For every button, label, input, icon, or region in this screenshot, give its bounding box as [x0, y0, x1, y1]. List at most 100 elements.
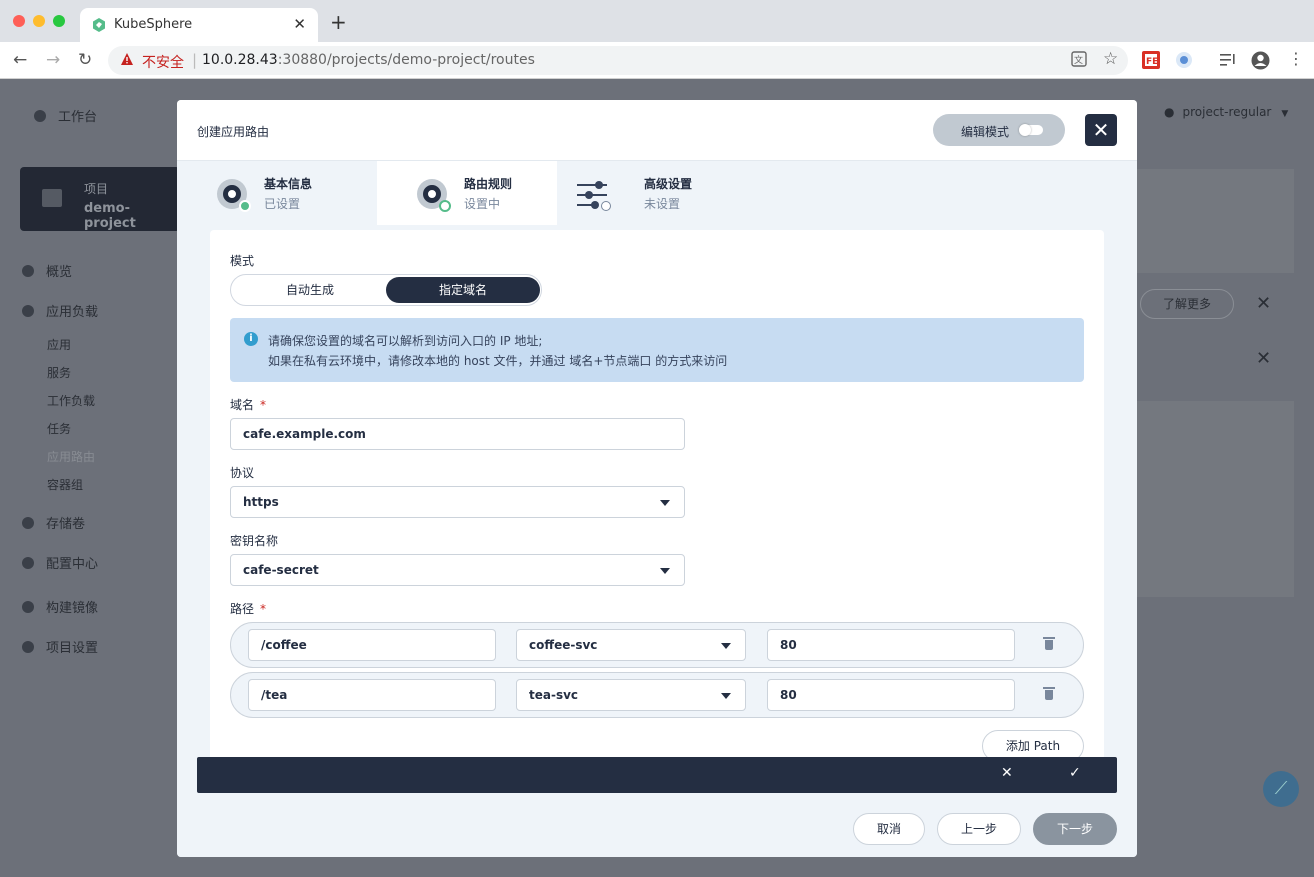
- minimize-window-button[interactable]: [33, 15, 45, 27]
- step-route-rules[interactable]: 路由规则 设置中: [377, 161, 557, 225]
- url-host: 10.0.28.43: [202, 52, 278, 68]
- mode-option-auto[interactable]: 自动生成: [233, 277, 387, 303]
- config-icon: [22, 557, 34, 569]
- cancel-button[interactable]: 取消: [853, 813, 925, 845]
- step-navigation: 基本信息 已设置 路由规则 设置中 高级设置 未设置: [177, 161, 1137, 225]
- address-bar: ← → ↻ 不安全 | 10.0.28.43:30880/projects/de…: [0, 42, 1314, 79]
- nav-sub-services[interactable]: 服务: [47, 364, 71, 381]
- omnibox[interactable]: 不安全 | 10.0.28.43:30880/projects/demo-pro…: [108, 46, 1128, 75]
- nav-storage[interactable]: 存储卷: [22, 513, 85, 532]
- protocol-select[interactable]: https: [230, 486, 685, 518]
- user-name: project-regular: [1182, 105, 1272, 119]
- svg-text:文: 文: [1074, 54, 1083, 66]
- service-select[interactable]: coffee-svc: [516, 629, 746, 661]
- caret-down-icon: [660, 500, 670, 506]
- confirm-rule-icon[interactable]: ✓: [1069, 765, 1081, 781]
- url-separator: |: [192, 51, 198, 69]
- overview-icon: [22, 265, 34, 277]
- protocol-value: https: [243, 495, 279, 509]
- nav-config[interactable]: 配置中心: [22, 553, 98, 572]
- nav-sub-apps[interactable]: 应用: [47, 336, 71, 353]
- gear-icon: [22, 641, 34, 653]
- nav-image-builder[interactable]: 构建镜像: [22, 597, 98, 616]
- url-text: 10.0.28.43:30880/projects/demo-project/r…: [202, 52, 535, 68]
- project-name: demo-project: [84, 201, 136, 231]
- domain-label: 域名 *: [230, 396, 266, 413]
- nav-project-settings[interactable]: 项目设置: [22, 637, 98, 656]
- mode-label: 模式: [230, 254, 255, 268]
- extension-red-icon[interactable]: FE: [1142, 51, 1160, 69]
- forward-icon[interactable]: →: [46, 50, 60, 70]
- nav-overview[interactable]: 概览: [22, 261, 72, 280]
- nav-app-workloads[interactable]: 应用负载: [22, 301, 98, 320]
- port-input[interactable]: 80: [767, 629, 1015, 661]
- step-current-icon: [417, 179, 451, 212]
- trash-icon[interactable]: [1043, 637, 1055, 651]
- nav-sub-pods[interactable]: 容器组: [47, 476, 83, 493]
- next-step-button[interactable]: 下一步: [1033, 813, 1117, 845]
- bookmark-star-icon[interactable]: ☆: [1103, 49, 1118, 69]
- info-tip: i 请确保您设置的域名可以解析到访问入口的 IP 地址; 如果在私有云环境中，请…: [230, 318, 1084, 382]
- route-rule-form: 模式 自动生成 指定域名 i 请确保您设置的域名可以解析到访问入口的 IP 地址…: [210, 230, 1104, 760]
- close-tip-icon[interactable]: ✕: [1256, 348, 1271, 369]
- edit-mode-toggle[interactable]: 编辑模式: [933, 114, 1065, 146]
- profile-icon[interactable]: [1251, 51, 1270, 70]
- sliders-icon: [577, 181, 611, 211]
- path-input[interactable]: /tea: [248, 679, 496, 711]
- step-done-icon: [217, 179, 251, 212]
- nav-sub-workloads[interactable]: 工作负载: [47, 392, 95, 409]
- protocol-label: 协议: [230, 466, 255, 480]
- url-path: :30880/projects/demo-project/routes: [277, 52, 535, 68]
- svg-text:FE: FE: [1146, 57, 1158, 67]
- edit-mode-label: 编辑模式: [961, 125, 1010, 139]
- storage-icon: [22, 517, 34, 529]
- menu-kebab-icon[interactable]: ⋮: [1288, 49, 1304, 68]
- add-path-button[interactable]: 添加 Path: [982, 730, 1084, 760]
- tab-close-icon[interactable]: ✕: [293, 15, 306, 33]
- warning-icon: [121, 53, 133, 65]
- learn-more-button[interactable]: 了解更多: [1140, 289, 1234, 319]
- domain-input[interactable]: cafe.example.com: [230, 418, 685, 450]
- reading-list-icon[interactable]: [1219, 51, 1237, 69]
- path-input[interactable]: /coffee: [248, 629, 496, 661]
- modal-header: 创建应用路由 编辑模式 ✕: [177, 100, 1137, 161]
- step-basic-info[interactable]: 基本信息 已设置: [177, 161, 357, 225]
- service-value: coffee-svc: [529, 638, 598, 652]
- user-menu[interactable]: ● project-regular ▼: [1164, 105, 1288, 119]
- toolbox-icon[interactable]: ⟋: [1263, 771, 1299, 807]
- cancel-rule-icon[interactable]: ✕: [1001, 765, 1013, 781]
- back-icon[interactable]: ←: [13, 50, 27, 70]
- new-tab-icon[interactable]: +: [330, 12, 347, 32]
- domain-label-text: 域名: [230, 398, 255, 412]
- path-label: 路径 *: [230, 600, 266, 617]
- previous-step-button[interactable]: 上一步: [937, 813, 1021, 845]
- step-status: 已设置: [264, 197, 301, 211]
- browser-tab-bar: KubeSphere ✕ +: [0, 0, 1314, 42]
- secret-select[interactable]: cafe-secret: [230, 554, 685, 586]
- translate-icon[interactable]: 文: [1071, 51, 1087, 67]
- close-banner-icon[interactable]: ✕: [1256, 293, 1271, 314]
- caret-down-icon: [721, 693, 731, 699]
- nav-sub-routes[interactable]: 应用路由: [47, 448, 95, 465]
- step-advanced-settings[interactable]: 高级设置 未设置: [557, 161, 737, 225]
- maximize-window-button[interactable]: [53, 15, 65, 27]
- trash-icon[interactable]: [1043, 687, 1055, 701]
- service-select[interactable]: tea-svc: [516, 679, 746, 711]
- path-row: /tea tea-svc 80: [230, 672, 1084, 718]
- image-builder-icon: [22, 601, 34, 613]
- port-input[interactable]: 80: [767, 679, 1015, 711]
- secret-value: cafe-secret: [243, 563, 319, 577]
- close-window-button[interactable]: [13, 15, 25, 27]
- chevron-down-icon: ▼: [1281, 109, 1289, 119]
- modal-close-button[interactable]: ✕: [1085, 114, 1117, 146]
- workbench-icon: [34, 110, 46, 122]
- kubesphere-favicon-icon: [93, 18, 105, 32]
- mode-option-specify-domain[interactable]: 指定域名: [386, 277, 540, 303]
- project-card[interactable]: 项目 demo-project: [20, 167, 180, 231]
- bg-table-panel: [1137, 401, 1294, 597]
- nav-sub-jobs[interactable]: 任务: [47, 420, 71, 437]
- extension-blue-icon[interactable]: [1175, 51, 1193, 69]
- workbench-link[interactable]: 工作台: [34, 106, 97, 125]
- browser-tab[interactable]: KubeSphere ✕: [80, 8, 318, 42]
- reload-icon[interactable]: ↻: [78, 50, 92, 70]
